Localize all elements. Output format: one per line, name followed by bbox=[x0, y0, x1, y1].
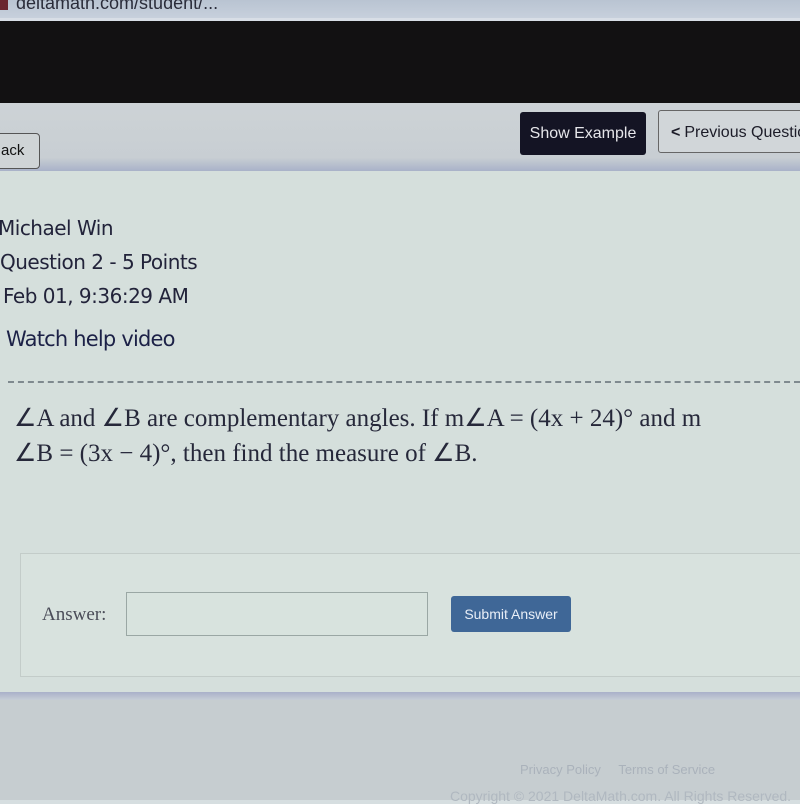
watch-help-video-link[interactable]: Watch help video bbox=[6, 327, 175, 351]
back-button[interactable]: ack bbox=[0, 133, 40, 169]
submit-answer-button[interactable]: Submit Answer bbox=[451, 596, 571, 632]
question-text: ∠A and ∠B are complementary angles. If m… bbox=[8, 401, 800, 471]
previous-question-button[interactable]: < Previous Questio bbox=[658, 110, 800, 153]
show-example-button[interactable]: Show Example bbox=[520, 112, 646, 155]
answer-input[interactable] bbox=[126, 592, 428, 636]
privacy-policy-link[interactable]: Privacy Policy bbox=[520, 762, 601, 777]
terms-of-service-link[interactable]: Terms of Service bbox=[618, 762, 715, 777]
section-divider bbox=[8, 381, 800, 383]
answer-panel: Answer: Submit Answer bbox=[20, 553, 800, 677]
question-timestamp: Feb 01, 9:36:29 AM bbox=[3, 284, 189, 308]
page-footer: Privacy Policy Terms of Service Copyrigh… bbox=[0, 700, 800, 804]
footer-edge bbox=[0, 692, 800, 700]
question-line-2: ∠B = (3x − 4)°, then find the measure of… bbox=[14, 440, 478, 467]
previous-question-label: Previous Questio bbox=[684, 124, 800, 141]
question-info: Michael Win Question 2 - 5 Points Feb 01… bbox=[0, 211, 198, 313]
url-text[interactable]: deltamath.com/student/... bbox=[16, 0, 218, 14]
question-points: Question 2 - 5 Points bbox=[0, 250, 198, 274]
copyright-text: Copyright © 2021 DeltaMath.com. All Righ… bbox=[450, 788, 792, 804]
chevron-left-icon: < bbox=[671, 124, 681, 141]
browser-address-bar[interactable]: deltamath.com/student/... bbox=[0, 0, 800, 21]
answer-label: Answer: bbox=[42, 604, 107, 625]
question-toolbar: ack Show Example < Previous Questio bbox=[0, 103, 800, 171]
footer-links: Privacy Policy Terms of Service bbox=[520, 762, 729, 777]
browser-tab-favicon bbox=[0, 0, 8, 10]
question-line-1: ∠A and ∠B are complementary angles. If m… bbox=[14, 405, 702, 432]
site-header-bar bbox=[0, 21, 800, 103]
question-panel: Michael Win Question 2 - 5 Points Feb 01… bbox=[0, 171, 800, 692]
student-name: Michael Win bbox=[0, 216, 114, 240]
